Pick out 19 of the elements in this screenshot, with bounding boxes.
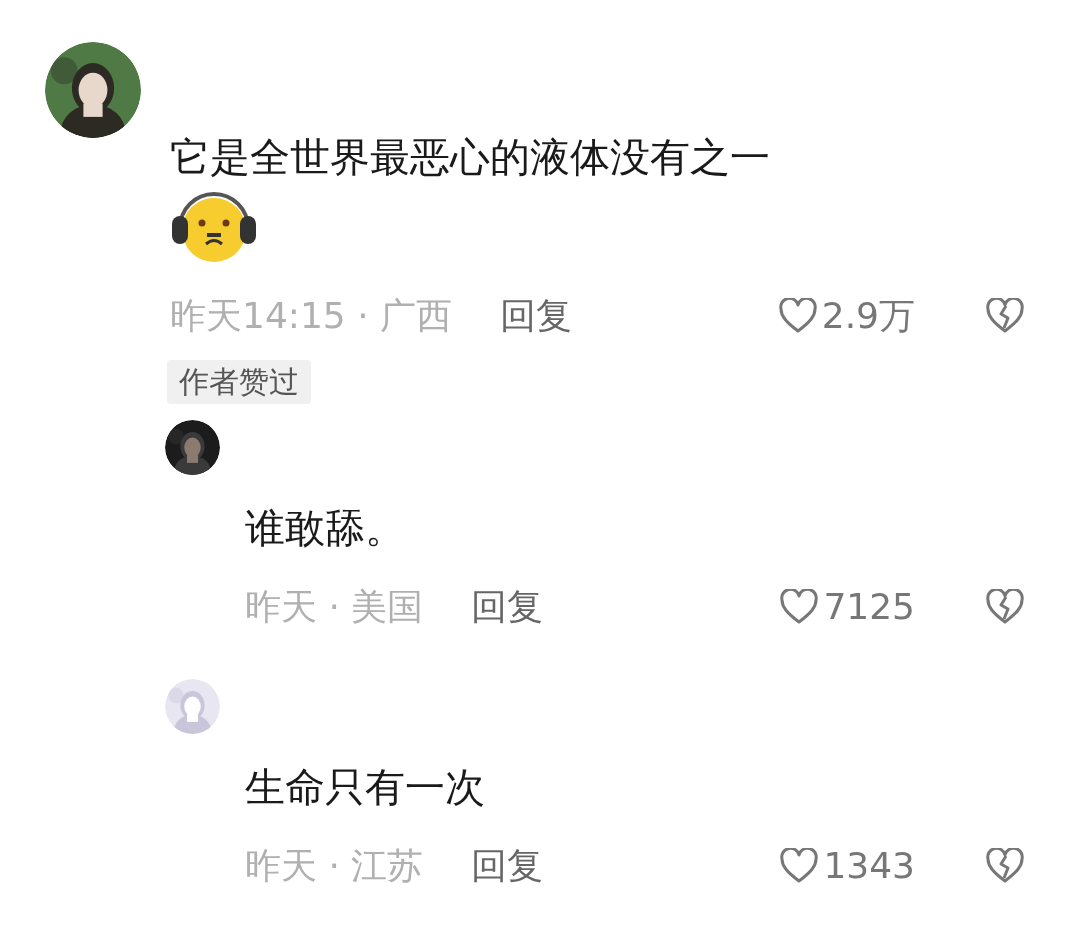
reply-link[interactable]: 回复 [471, 839, 544, 893]
heart-icon[interactable] [779, 589, 820, 625]
time-location: 昨天14:15 · 广西 [170, 294, 453, 338]
author-liked-tag: 作者赞过 [167, 360, 311, 404]
broken-heart-icon[interactable] [985, 298, 1025, 334]
heart-icon[interactable] [779, 848, 820, 884]
comment-text: 它是全世界最恶心的液体没有之一 [170, 133, 771, 182]
like-count: 1343 [823, 844, 915, 888]
reply-link[interactable]: 回复 [500, 289, 573, 343]
heart-icon[interactable] [777, 298, 818, 334]
comment-text: 生命只有一次 [245, 763, 486, 812]
broken-heart-icon[interactable] [985, 589, 1025, 625]
time-location: 昨天 · 美国 [245, 585, 424, 629]
reply-link[interactable]: 回复 [471, 580, 544, 634]
like-count: 7125 [823, 585, 915, 629]
broken-heart-icon[interactable] [985, 848, 1025, 884]
like-count: 2.9万 [821, 294, 915, 338]
time-location: 昨天 · 江苏 [245, 844, 424, 888]
comment-text: 谁敢舔。 [245, 504, 406, 553]
